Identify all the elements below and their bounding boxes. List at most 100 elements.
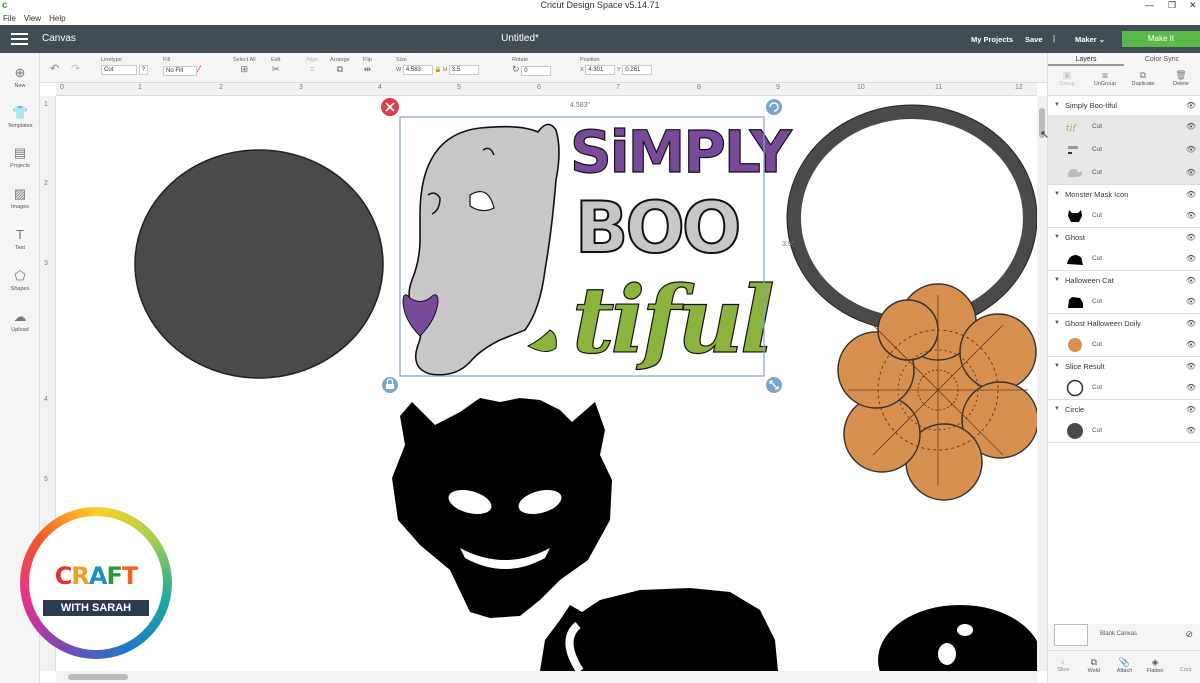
- hamburger-menu-icon[interactable]: [11, 33, 28, 45]
- eye-icon[interactable]: 👁: [1186, 357, 1196, 376]
- fill-color-icon[interactable]: ⁄: [199, 64, 201, 74]
- align-control[interactable]: Align ≡: [306, 57, 318, 74]
- flip-control[interactable]: Flip ⇹: [363, 57, 372, 75]
- minimize-icon[interactable]: —: [1145, 0, 1154, 10]
- layer-row[interactable]: Cut 👁: [1048, 161, 1200, 184]
- layer-row[interactable]: Cut 👁: [1048, 419, 1200, 442]
- make-it-button[interactable]: Make It: [1122, 31, 1200, 47]
- my-projects-link[interactable]: My Projects: [971, 35, 1013, 44]
- undo-icon[interactable]: ↶: [50, 62, 59, 75]
- rotate-input[interactable]: 0: [521, 66, 552, 76]
- collapse-icon[interactable]: ▼: [1054, 228, 1060, 247]
- fill-select[interactable]: No Fill: [163, 66, 197, 76]
- layer-group-header[interactable]: ▼ Ghost 👁: [1048, 228, 1200, 247]
- layer-row[interactable]: Cut 👁: [1048, 376, 1200, 399]
- resize-handle-icon[interactable]: [766, 377, 782, 393]
- rotate-handle-icon[interactable]: [766, 99, 782, 115]
- circle-shape[interactable]: [134, 149, 384, 379]
- layer-group[interactable]: ▼ Slice Result 👁 Cut 👁: [1048, 357, 1200, 400]
- simply-bootiful-design[interactable]: [402, 123, 560, 376]
- horizontal-scrollbar[interactable]: [56, 671, 1037, 683]
- nav-text[interactable]: T Text: [0, 227, 40, 251]
- tab-layers[interactable]: Layers: [1048, 53, 1124, 66]
- collapse-icon[interactable]: ▼: [1054, 271, 1060, 290]
- nav-shapes[interactable]: ⬠ Shapes: [0, 268, 40, 292]
- layer-group-header[interactable]: ▼ Simply Boo-tiful 👁: [1048, 96, 1200, 115]
- layer-group[interactable]: ▼ Circle 👁 Cut 👁: [1048, 400, 1200, 443]
- layer-group[interactable]: ▼ Simply Boo-tiful 👁 tif Cut 👁 Cut 👁 Cut 👁: [1048, 96, 1200, 185]
- lock-handle-icon[interactable]: [382, 377, 398, 393]
- eye-icon[interactable]: 👁: [1186, 115, 1196, 138]
- collapse-icon[interactable]: ▼: [1054, 185, 1060, 204]
- ghost-shape[interactable]: [878, 605, 1037, 671]
- menu-help[interactable]: Help: [49, 14, 65, 23]
- eye-icon[interactable]: 👁: [1186, 138, 1196, 161]
- blank-canvas-row[interactable]: Blank Canvas ⊘: [1048, 624, 1200, 646]
- layer-group[interactable]: ▼ Halloween Cat 👁 Cut 👁: [1048, 271, 1200, 314]
- eye-icon[interactable]: 👁: [1186, 376, 1196, 399]
- close-window-icon[interactable]: ✕: [1189, 0, 1197, 11]
- monster-mask-icon[interactable]: [392, 398, 612, 618]
- slice-result-ring[interactable]: [787, 105, 1037, 331]
- weld-button[interactable]: ⧉ Weld: [1079, 651, 1110, 683]
- eye-icon[interactable]: 👁: [1186, 185, 1196, 204]
- layer-group-header[interactable]: ▼ Circle 👁: [1048, 400, 1200, 419]
- width-input[interactable]: 4.583: [402, 65, 433, 75]
- eye-icon[interactable]: 👁: [1186, 314, 1196, 333]
- lock-icon[interactable]: 🔒: [435, 67, 442, 73]
- save-button[interactable]: Save: [1025, 35, 1043, 44]
- linetype-help[interactable]: ?: [138, 65, 149, 75]
- height-input[interactable]: 3.5: [448, 65, 479, 75]
- duplicate-button[interactable]: ⧉ Duplicate: [1124, 66, 1162, 95]
- nav-projects[interactable]: ▤ Projects: [0, 145, 40, 169]
- layer-group-header[interactable]: ▼ Halloween Cat 👁: [1048, 271, 1200, 290]
- machine-select[interactable]: Maker ⌄: [1075, 35, 1105, 44]
- collapse-icon[interactable]: ▼: [1054, 96, 1060, 115]
- menu-file[interactable]: File: [3, 14, 16, 23]
- vertical-scrollbar[interactable]: [1037, 96, 1047, 671]
- nav-new[interactable]: ⊕ New: [0, 65, 40, 89]
- blank-canvas-swatch[interactable]: [1054, 624, 1088, 646]
- ungroup-button[interactable]: ⧈ UnGroup: [1086, 66, 1124, 95]
- eye-icon[interactable]: 👁: [1186, 333, 1196, 356]
- eye-icon[interactable]: 👁: [1186, 228, 1196, 247]
- delete-button[interactable]: 🗑 Delete: [1162, 66, 1200, 95]
- maximize-icon[interactable]: ❐: [1168, 0, 1176, 11]
- layer-group-header[interactable]: ▼ Monster Mask Icon 👁: [1048, 185, 1200, 204]
- layer-group[interactable]: ▼ Monster Mask Icon 👁 Cut 👁: [1048, 185, 1200, 228]
- layer-group[interactable]: ▼ Ghost Halloween Doily 👁 Cut 👁: [1048, 314, 1200, 357]
- layer-group-header[interactable]: ▼ Ghost Halloween Doily 👁: [1048, 314, 1200, 333]
- nav-images[interactable]: ▨ Images: [0, 186, 40, 210]
- slice-button[interactable]: ◐ Slice: [1048, 651, 1079, 683]
- attach-button[interactable]: 📎 Attach: [1109, 651, 1140, 683]
- linetype-select[interactable]: Cut: [101, 65, 137, 75]
- eye-icon[interactable]: 👁: [1186, 400, 1196, 419]
- layer-group-header[interactable]: ▼ Slice Result 👁: [1048, 357, 1200, 376]
- flatten-button[interactable]: ◈ Flatten: [1140, 651, 1171, 683]
- layer-row[interactable]: tif Cut 👁: [1048, 115, 1200, 138]
- eye-icon[interactable]: 👁: [1186, 247, 1196, 270]
- collapse-icon[interactable]: ▼: [1054, 314, 1060, 333]
- group-button[interactable]: ▣ Group: [1048, 66, 1086, 95]
- select-all-control[interactable]: Select All ⊞: [233, 57, 256, 75]
- eye-icon[interactable]: 👁: [1186, 271, 1196, 290]
- collapse-icon[interactable]: ▼: [1054, 400, 1060, 419]
- eye-icon[interactable]: 👁: [1186, 161, 1196, 184]
- nav-templates[interactable]: 👕 Templates: [0, 105, 40, 129]
- nav-upload[interactable]: ☁ Upload: [0, 309, 40, 333]
- arrange-control[interactable]: Arrange ⧉: [330, 57, 350, 75]
- layer-row[interactable]: Cut 👁: [1048, 247, 1200, 270]
- eye-icon[interactable]: 👁: [1186, 96, 1196, 115]
- tab-color-sync[interactable]: Color Sync: [1124, 53, 1200, 66]
- fill-control[interactable]: Fill No Fill ⁄: [163, 57, 200, 76]
- eye-icon[interactable]: 👁: [1186, 290, 1196, 313]
- redo-icon[interactable]: ↷: [71, 62, 80, 75]
- eye-icon[interactable]: 👁: [1186, 204, 1196, 227]
- horizontal-scroll-thumb[interactable]: [68, 674, 128, 680]
- y-input[interactable]: 0.261: [622, 65, 653, 75]
- collapse-icon[interactable]: ▼: [1054, 357, 1060, 376]
- layer-group[interactable]: ▼ Ghost 👁 Cut 👁: [1048, 228, 1200, 271]
- contour-button[interactable]: ◌ Cont: [1170, 651, 1200, 683]
- linetype-control[interactable]: Linetype Cut ?: [101, 57, 149, 75]
- design-canvas[interactable]: SiMPLY BOO tiful 4.583" 3.5": [56, 96, 1037, 671]
